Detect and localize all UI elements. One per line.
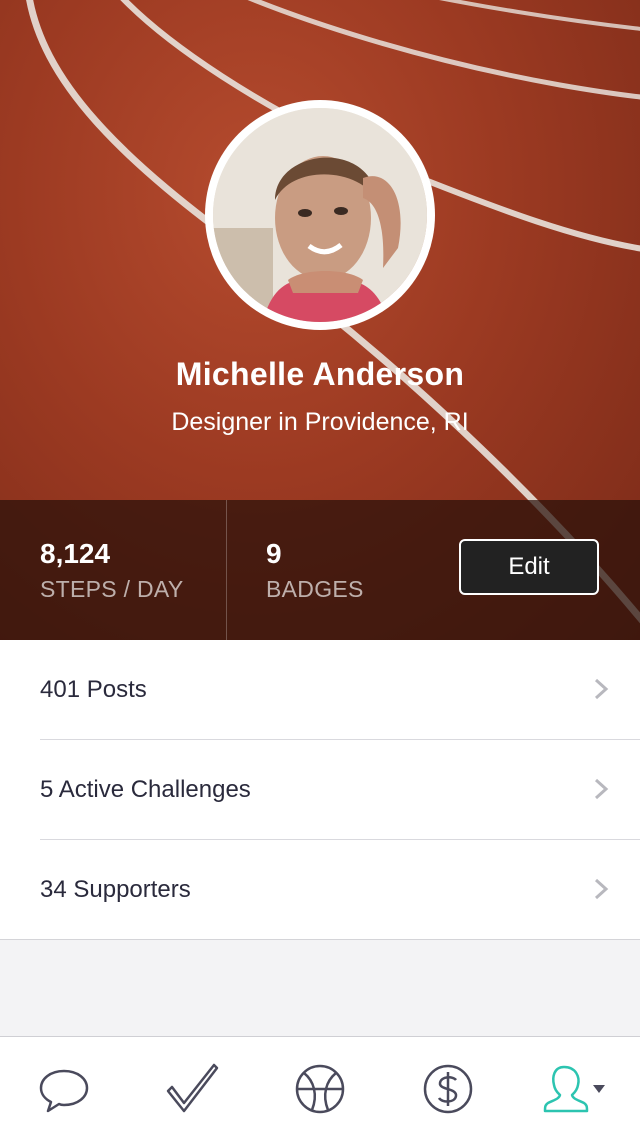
stats-divider xyxy=(226,500,227,640)
bottom-tab-bar xyxy=(0,1036,640,1137)
dollar-icon xyxy=(423,1064,473,1114)
profile-icon xyxy=(543,1065,605,1113)
tab-payments[interactable] xyxy=(420,1061,476,1117)
tab-sports[interactable] xyxy=(292,1061,348,1117)
list-bottom-border xyxy=(0,939,640,940)
profile-subtitle: Designer in Providence, RI xyxy=(171,408,469,436)
tab-activity[interactable] xyxy=(164,1061,220,1117)
stat-badges-value: 9 xyxy=(266,538,282,569)
chevron-right-icon xyxy=(594,878,609,900)
list-item-posts[interactable]: 401 Posts xyxy=(0,640,640,740)
profile-photo xyxy=(213,108,427,322)
chevron-right-icon xyxy=(594,678,609,700)
list-item-label: 5 Active Challenges xyxy=(40,776,251,803)
chat-bubble-icon xyxy=(39,1069,89,1113)
chevron-right-icon xyxy=(594,778,609,800)
avatar[interactable] xyxy=(213,108,427,322)
profile-name: Michelle Anderson xyxy=(175,356,465,392)
checkmark-icon xyxy=(166,1063,219,1113)
stat-steps-label: STEPS / DAY xyxy=(40,576,184,602)
basketball-icon xyxy=(295,1064,345,1114)
list-item-label: 401 Posts xyxy=(40,676,147,703)
profile-menu-list: 401 Posts 5 Active Challenges 34 Support… xyxy=(0,640,640,940)
list-item-challenges[interactable]: 5 Active Challenges xyxy=(0,740,640,840)
stat-badges-label: BADGES xyxy=(266,576,364,602)
list-item-supporters[interactable]: 34 Supporters xyxy=(0,840,640,940)
tab-messages[interactable] xyxy=(36,1061,92,1117)
chevron-down-icon xyxy=(593,1085,605,1093)
stat-steps-value: 8,124 xyxy=(40,538,111,569)
edit-profile-button[interactable]: Edit xyxy=(459,539,599,595)
profile-header: Michelle Anderson Designer in Providence… xyxy=(0,0,640,640)
tab-profile[interactable] xyxy=(542,1061,610,1117)
list-item-label: 34 Supporters xyxy=(40,876,191,903)
